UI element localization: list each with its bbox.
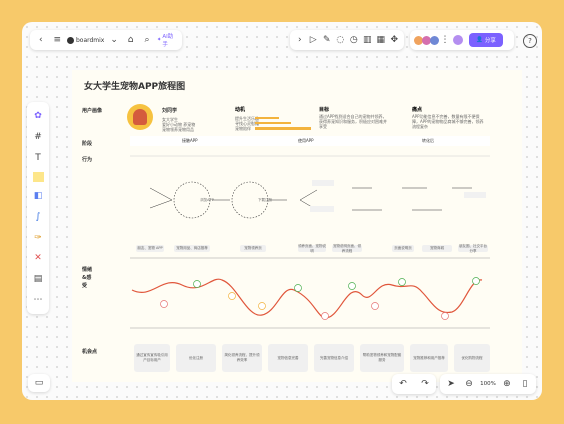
touchpoint: 领养页面、宠物说明 — [298, 243, 326, 253]
grid-icon[interactable]: ▦ — [374, 33, 388, 47]
mindmap-icon[interactable]: ✕ — [31, 252, 45, 265]
share-icon: 👤 — [476, 37, 483, 43]
zoom-toolbar: ➤ ⊖ 100% ⊕ ▯ — [440, 374, 536, 394]
undo-icon[interactable]: ↶ — [396, 377, 410, 391]
emotion-label: 情绪&感受 — [82, 267, 93, 289]
chance-item: 帮助宠物领养和宠物配套服务 — [360, 344, 404, 372]
play-icon[interactable]: ▷ — [307, 33, 321, 47]
share-label: 分享 — [484, 38, 496, 44]
history-toolbar: ↶ ↷ — [392, 374, 436, 394]
timer-icon[interactable]: ◷ — [347, 33, 361, 47]
text-icon[interactable]: T — [31, 151, 45, 164]
help-icon[interactable]: ? — [523, 34, 537, 48]
chance-item: 优化注册 — [176, 344, 216, 372]
touchpoint: 宠物领养页 — [240, 245, 266, 252]
frame-icon[interactable]: # — [31, 131, 45, 144]
touchpoint: 宠物商城 — [422, 245, 452, 252]
app-window: ‹ ≡ boardmix ⌄ ⌂ ⌕ ✦ AI助手 › ▷ ✎ ◌ ◷ ▥ ▦ ✥… — [22, 22, 542, 400]
chart-icon[interactable]: ▥ — [361, 33, 375, 47]
touchpoint: 宠物说明页面、领养流程 — [332, 243, 362, 253]
back-icon[interactable]: ‹ — [34, 33, 47, 47]
more-tools-icon[interactable]: ⋯ — [31, 293, 45, 306]
shape-icon[interactable]: ◧ — [31, 190, 45, 203]
touchpoint: 朋友、宠物 APP — [136, 245, 164, 252]
zoom-out-icon[interactable]: ⊖ — [462, 377, 476, 391]
ai-assistant-button[interactable]: ✦ AI助手 — [157, 32, 178, 48]
action-step: 浏览APP — [200, 197, 214, 202]
more-icon[interactable]: ⋮ — [441, 33, 450, 47]
left-toolbar: ✿ # T ◧ ∫ ✑ ✕ ▤ ⋯ — [27, 102, 49, 314]
search-icon[interactable]: ⌕ — [140, 33, 153, 47]
minimap-toolbar: ▭ — [28, 374, 50, 392]
pen-icon[interactable]: ✑ — [31, 231, 45, 244]
chevron-down-icon[interactable]: ⌄ — [107, 33, 120, 47]
top-left-toolbar: ‹ ≡ boardmix ⌄ ⌂ ⌕ ✦ AI助手 — [30, 30, 182, 50]
boardmix-logo: boardmix — [66, 36, 105, 44]
vote-icon[interactable]: ✥ — [388, 33, 402, 47]
redo-icon[interactable]: ↷ — [418, 377, 432, 391]
template-icon[interactable]: ▤ — [31, 273, 45, 286]
chance-item: 宠物推荐和用户推荐 — [410, 344, 448, 372]
journey-map-board[interactable]: 女大学生宠物APP旅程图 用户画像 刘同学 女大学生 爱好小动物 养宠物 宠物领… — [72, 70, 522, 382]
sticky-note-icon[interactable] — [32, 172, 44, 182]
connector-icon[interactable]: ∫ — [31, 211, 45, 224]
menu-icon[interactable]: ≡ — [50, 33, 63, 47]
journey-flow-diagram — [130, 155, 490, 329]
chance-item: 完善宠物信息介绍 — [314, 344, 354, 372]
top-right-toolbar: ⋮ 👤 分享 — [410, 30, 514, 50]
share-button[interactable]: 👤 分享 — [469, 33, 503, 47]
zoom-level[interactable]: 100% — [480, 381, 496, 387]
avatar[interactable] — [453, 35, 463, 45]
chance-item: 宠物信息完善 — [268, 344, 308, 372]
zoom-in-icon[interactable]: ⊕ — [500, 377, 514, 391]
chance-label: 机会点 — [82, 349, 98, 355]
touchpoint: 朋友圈、社交平台分享 — [458, 243, 488, 253]
chance-item: 通过宣传宣传吸引用户目标用户 — [134, 344, 170, 372]
tag-icon[interactable]: ⌂ — [124, 33, 137, 47]
touchpoint: 宠物用品、商店推荐 — [174, 245, 210, 252]
chance-item: 简化领养流程，提升领养效率 — [222, 344, 262, 372]
cursor-icon[interactable]: ➤ — [444, 377, 458, 391]
book-icon[interactable]: ▯ — [518, 377, 532, 391]
feather-icon[interactable]: ✎ — [320, 33, 334, 47]
avatar[interactable] — [430, 35, 439, 45]
chance-item: 优化购物流程 — [454, 344, 490, 372]
action-step: 下载注册 — [258, 197, 272, 202]
palette-icon[interactable]: ✿ — [31, 110, 45, 123]
comment-icon[interactable]: ◌ — [334, 33, 348, 47]
top-tools-toolbar: › ▷ ✎ ◌ ◷ ▥ ▦ ✥ — [290, 30, 404, 50]
app-name: boardmix — [75, 36, 105, 44]
minimap-icon[interactable]: ▭ — [32, 376, 46, 390]
ai-label: AI助手 — [162, 34, 174, 48]
collapse-icon[interactable]: › — [293, 33, 307, 47]
touchpoint: 页面说明页 — [392, 245, 414, 252]
